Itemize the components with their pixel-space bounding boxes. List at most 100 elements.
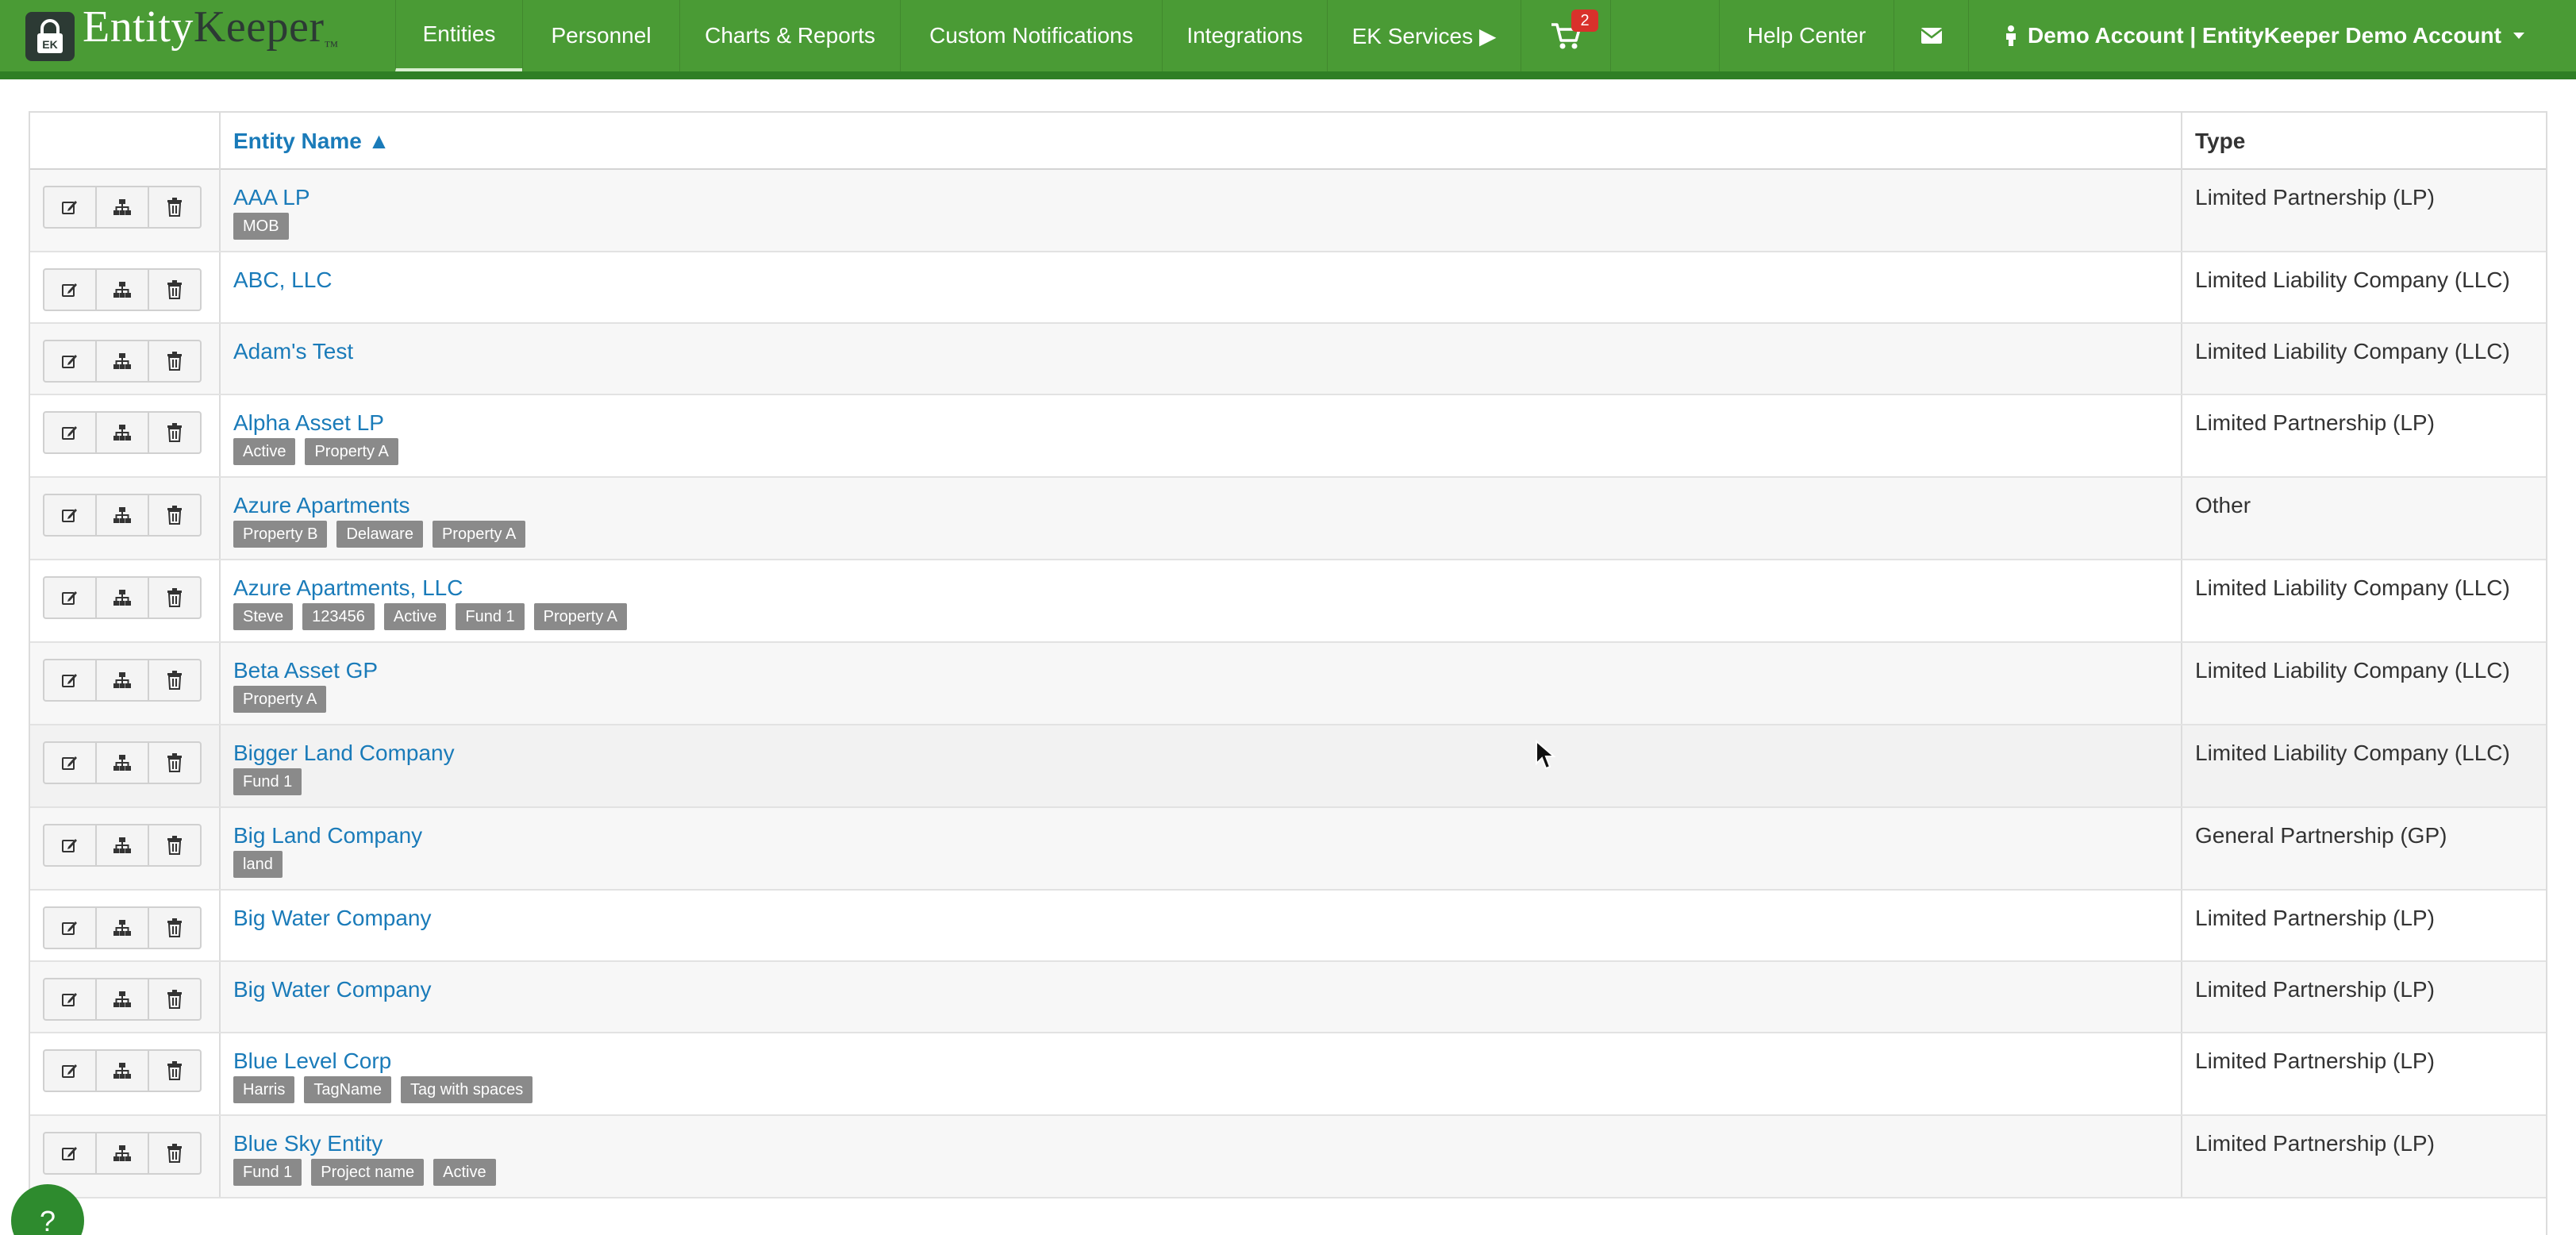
tag-badge[interactable]: Project name (311, 1159, 425, 1186)
delete-button[interactable] (148, 978, 202, 1021)
entity-link[interactable]: Azure Apartments, LLC (233, 573, 2181, 603)
org-chart-button[interactable] (95, 411, 149, 454)
entity-link[interactable]: ABC, LLC (233, 265, 2181, 295)
edit-button[interactable] (43, 1132, 97, 1175)
entity-link[interactable]: Big Water Company (233, 975, 2181, 1005)
delete-button[interactable] (148, 741, 202, 784)
entity-link[interactable]: AAA LP (233, 183, 2181, 213)
tag-badge[interactable]: land (233, 851, 283, 878)
tag-badge[interactable]: MOB (233, 213, 289, 240)
entity-name-header[interactable]: Entity Name ▲ (221, 113, 2182, 170)
edit-button[interactable] (43, 824, 97, 867)
entity-link[interactable]: Alpha Asset LP (233, 408, 2181, 438)
delete-button[interactable] (148, 906, 202, 949)
tag-badge[interactable]: Property B (233, 521, 328, 548)
tag-badge[interactable]: Fund 1 (233, 1159, 302, 1186)
table-row[interactable]: Blue Sky Entity Fund 1 Project name Active L… (30, 1116, 2546, 1198)
tag-badge[interactable]: Harris (233, 1076, 295, 1103)
table-row[interactable]: Azure Apartments, LLC Steve 123456 Active Fu… (30, 560, 2546, 643)
entity-name-cell: Azure Apartments Property B Delaware Proper… (221, 478, 2182, 559)
table-row[interactable]: Adam's Test Limited Liability Company (LL… (30, 324, 2546, 395)
org-chart-button[interactable] (95, 494, 149, 537)
cart-button[interactable] (1521, 0, 1611, 71)
table-row[interactable]: Big Water Company Limited Partnership (LP… (30, 891, 2546, 962)
org-chart-button[interactable] (95, 186, 149, 229)
tag-badge[interactable]: 123456 (302, 603, 375, 630)
tag-badge[interactable]: Property A (233, 686, 327, 713)
account-menu[interactable]: Demo Account | EntityKeeper Demo Account (1968, 0, 2576, 71)
org-chart-button[interactable] (95, 1049, 149, 1092)
nav-custom-notifications[interactable]: Custom Notifications (900, 0, 1162, 71)
tag-badge[interactable]: Property A (533, 603, 628, 630)
table-row[interactable]: Blue Level Corp Harris TagName Tag with spa… (30, 1033, 2546, 1116)
entity-link[interactable]: Big Land Company (233, 821, 2181, 851)
tag-badge[interactable]: Property A (305, 438, 398, 465)
edit-button[interactable] (43, 186, 97, 229)
delete-button[interactable] (148, 1132, 202, 1175)
edit-button[interactable] (43, 411, 97, 454)
edit-button[interactable] (43, 741, 97, 784)
org-chart-button[interactable] (95, 978, 149, 1021)
nav-ek-services[interactable]: EK Services ▶ (1327, 0, 1521, 71)
org-chart-button[interactable] (95, 576, 149, 619)
table-row[interactable]: Azure Apartments Property B Delaware Proper… (30, 478, 2546, 560)
tag-badge[interactable]: Property A (432, 521, 526, 548)
edit-button[interactable] (43, 906, 97, 949)
nav-help-center[interactable]: Help Center (1719, 0, 1894, 71)
delete-button[interactable] (148, 186, 202, 229)
edit-button[interactable] (43, 268, 97, 311)
entity-link[interactable]: Adam's Test (233, 337, 2181, 367)
edit-button[interactable] (43, 978, 97, 1021)
delete-button[interactable] (148, 659, 202, 702)
brand-logo[interactable]: EK EntityKeeper™ (25, 2, 339, 62)
org-chart-button[interactable] (95, 268, 149, 311)
entity-link[interactable]: Beta Asset GP (233, 656, 2181, 686)
nav-charts-reports[interactable]: Charts & Reports (679, 0, 900, 71)
org-chart-button[interactable] (95, 906, 149, 949)
table-row[interactable]: Big Land Company land General Partnership … (30, 808, 2546, 891)
org-chart-button[interactable] (95, 824, 149, 867)
delete-button[interactable] (148, 1049, 202, 1092)
nav-entities[interactable]: Entities (395, 0, 522, 71)
table-row[interactable]: Bigger Land Company Fund 1 Limited Liabili… (30, 725, 2546, 808)
entity-link[interactable]: Azure Apartments (233, 491, 2181, 521)
row-actions-cell (30, 1033, 221, 1114)
messages-button[interactable] (1894, 0, 1968, 71)
edit-button[interactable] (43, 576, 97, 619)
mouse-pointer-icon (1536, 740, 1555, 770)
delete-button[interactable] (148, 576, 202, 619)
table-row[interactable]: AAA LP MOB Limited Partnership (LP) (30, 170, 2546, 252)
nav-personnel[interactable]: Personnel (522, 0, 679, 71)
edit-button[interactable] (43, 340, 97, 383)
tag-badge[interactable]: Fund 1 (233, 768, 302, 795)
table-row[interactable]: Beta Asset GP Property A Limited Liability… (30, 643, 2546, 725)
tag-badge[interactable]: Tag with spaces (400, 1076, 533, 1103)
edit-button[interactable] (43, 494, 97, 537)
entity-link[interactable]: Bigger Land Company (233, 738, 2181, 768)
tag-badge[interactable]: Active (383, 603, 447, 630)
tag-badge[interactable]: TagName (304, 1076, 391, 1103)
org-chart-button[interactable] (95, 659, 149, 702)
table-row[interactable]: Alpha Asset LP Active Property A Limited Pa… (30, 395, 2546, 478)
entity-link[interactable]: Blue Level Corp (233, 1046, 2181, 1076)
org-chart-button[interactable] (95, 741, 149, 784)
delete-button[interactable] (148, 340, 202, 383)
tag-badge[interactable]: Steve (233, 603, 294, 630)
entity-link[interactable]: Big Water Company (233, 903, 2181, 933)
delete-button[interactable] (148, 494, 202, 537)
tag-badge[interactable]: Active (233, 438, 296, 465)
edit-button[interactable] (43, 1049, 97, 1092)
tag-badge[interactable]: Active (433, 1159, 496, 1186)
org-chart-button[interactable] (95, 340, 149, 383)
edit-button[interactable] (43, 659, 97, 702)
delete-button[interactable] (148, 824, 202, 867)
table-row[interactable]: Big Water Company Limited Partnership (LP… (30, 962, 2546, 1033)
table-row[interactable]: ABC, LLC Limited Liability Company (LLC) (30, 252, 2546, 324)
tag-badge[interactable]: Delaware (336, 521, 423, 548)
tag-badge[interactable]: Fund 1 (456, 603, 525, 630)
delete-button[interactable] (148, 268, 202, 311)
nav-integrations[interactable]: Integrations (1162, 0, 1327, 71)
entity-link[interactable]: Blue Sky Entity (233, 1129, 2181, 1159)
org-chart-button[interactable] (95, 1132, 149, 1175)
delete-button[interactable] (148, 411, 202, 454)
